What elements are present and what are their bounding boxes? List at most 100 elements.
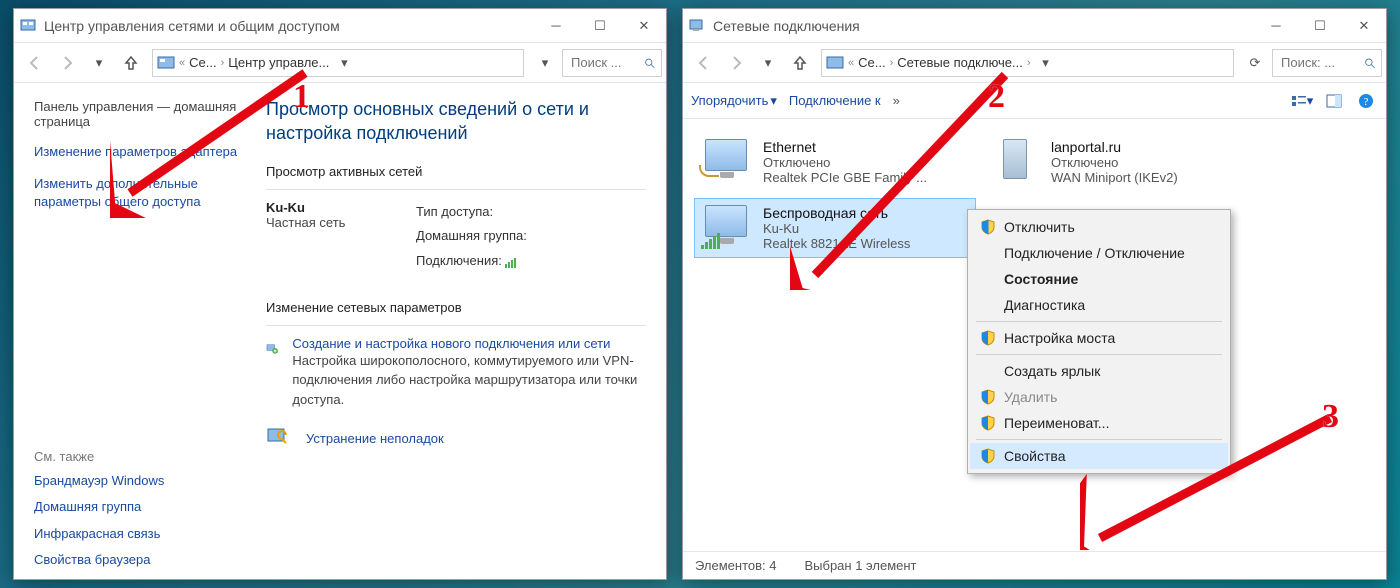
signal-icon <box>505 256 519 268</box>
connection-item-vpn[interactable]: lanportal.ru Отключено WAN Miniport (IKE… <box>983 133 1283 191</box>
sidebar: Панель управления — домашняя страница Из… <box>14 83 252 579</box>
close-button[interactable]: ✕ <box>1342 9 1386 43</box>
history-button[interactable]: ▾ <box>84 49 114 77</box>
label-connections: Подключения: <box>416 253 502 268</box>
history-button[interactable]: ▾ <box>753 49 783 77</box>
up-button[interactable] <box>116 49 146 77</box>
refresh-button[interactable]: ▾ <box>530 49 560 77</box>
see-also-link[interactable]: Свойства браузера <box>34 551 242 569</box>
close-button[interactable]: ✕ <box>622 9 666 43</box>
ctx-disable[interactable]: Отключить <box>970 214 1228 240</box>
new-connection-link[interactable]: Создание и настройка нового подключения … <box>292 336 646 351</box>
vpn-icon <box>993 139 1041 185</box>
conn-name: Ethernet <box>763 139 927 155</box>
see-also-link[interactable]: Брандмауэр Windows <box>34 472 242 490</box>
ctx-properties[interactable]: Свойства <box>970 443 1228 469</box>
titlebar[interactable]: Сетевые подключения ─ ☐ ✕ <box>683 9 1386 43</box>
adapter-settings-link[interactable]: Изменение параметров адаптера <box>34 143 242 161</box>
ctx-rename[interactable]: Переименоват... <box>970 410 1228 436</box>
conn-name: Беспроводная сеть <box>763 205 910 221</box>
new-connection-icon <box>266 336 278 362</box>
maximize-button[interactable]: ☐ <box>578 9 622 43</box>
conn-state: Отключено <box>763 155 927 170</box>
main-panel: Просмотр основных сведений о сети и наст… <box>252 83 666 579</box>
path-segment[interactable]: Центр управле... <box>228 55 329 70</box>
address-bar[interactable]: « Се... › Центр управле... ▾ <box>152 49 524 77</box>
shield-icon <box>980 448 996 464</box>
label-homegroup: Домашняя группа: <box>416 228 527 243</box>
svg-text:?: ? <box>1364 96 1369 108</box>
maximize-button[interactable]: ☐ <box>1298 9 1342 43</box>
cp-home-link[interactable]: Панель управления — домашняя страница <box>34 99 242 129</box>
conn-name: lanportal.ru <box>1051 139 1178 155</box>
window-title: Сетевые подключения <box>713 18 1254 34</box>
minimize-button[interactable]: ─ <box>1254 9 1298 43</box>
path-segment[interactable]: Се... <box>858 55 885 70</box>
label-access: Тип доступа: <box>416 204 493 219</box>
navbar: ▾ « Се... › Сетевые подключе... › ▾ ⟳ <box>683 43 1386 83</box>
search-box[interactable] <box>1272 49 1382 77</box>
see-also-link[interactable]: Домашняя группа <box>34 498 242 516</box>
task-description: Настройка широкополосного, коммутируемог… <box>292 351 646 410</box>
window-title: Центр управления сетями и общим доступом <box>44 18 534 34</box>
connection-item-ethernet[interactable]: Ethernet Отключено Realtek PCIe GBE Fami… <box>695 133 975 191</box>
control-panel-icon <box>826 54 844 72</box>
status-item-count: Элементов: 4 <box>695 558 776 573</box>
search-box[interactable] <box>562 49 662 77</box>
see-also-link[interactable]: Инфракрасная связь <box>34 525 242 543</box>
forward-button[interactable] <box>52 49 82 77</box>
back-button[interactable] <box>689 49 719 77</box>
section-heading: Изменение сетевых параметров <box>266 300 646 315</box>
details-pane-button[interactable] <box>1322 89 1346 113</box>
titlebar[interactable]: Центр управления сетями и общим доступом… <box>14 9 666 43</box>
search-input[interactable] <box>1279 54 1358 71</box>
status-bar: Элементов: 4 Выбран 1 элемент <box>683 551 1386 579</box>
control-panel-icon <box>20 18 36 34</box>
ctx-bridge[interactable]: Настройка моста <box>970 325 1228 351</box>
organize-button[interactable]: Упорядочить ▾ <box>691 93 777 109</box>
page-title: Просмотр основных сведений о сети и наст… <box>266 97 646 146</box>
wifi-icon <box>705 205 753 251</box>
command-bar: Упорядочить ▾ Подключение к » ▾ ? <box>683 83 1386 119</box>
sharing-settings-link[interactable]: Изменить дополнительные параметры общего… <box>34 175 242 211</box>
navbar: ▾ « Се... › Центр управле... ▾ ▾ <box>14 43 666 83</box>
ctx-shortcut[interactable]: Создать ярлык <box>970 358 1228 384</box>
forward-button[interactable] <box>721 49 751 77</box>
ctx-status[interactable]: Состояние <box>970 266 1228 292</box>
status-selection: Выбран 1 элемент <box>804 558 916 573</box>
ctx-connect[interactable]: Подключение / Отключение <box>970 240 1228 266</box>
minimize-button[interactable]: ─ <box>534 9 578 43</box>
shield-icon <box>980 389 996 405</box>
network-name: Ku-Ku <box>266 200 386 215</box>
shield-icon <box>980 330 996 346</box>
connection-item-wifi[interactable]: Беспроводная сеть Ku-Ku Realtek 8821AE W… <box>695 199 975 257</box>
conn-state: Отключено <box>1051 155 1178 170</box>
network-icon <box>689 18 705 34</box>
section-heading: Просмотр активных сетей <box>266 164 646 179</box>
help-button[interactable]: ? <box>1354 89 1378 113</box>
path-segment[interactable]: Сетевые подключе... <box>897 55 1023 70</box>
connections-area[interactable]: Ethernet Отключено Realtek PCIe GBE Fami… <box>683 119 1386 551</box>
control-panel-icon <box>157 54 175 72</box>
up-button[interactable] <box>785 49 815 77</box>
ethernet-icon <box>705 139 753 185</box>
search-input[interactable] <box>569 54 638 71</box>
troubleshoot-link[interactable]: Устранение неполадок <box>306 431 444 446</box>
ctx-delete[interactable]: Удалить <box>970 384 1228 410</box>
address-bar[interactable]: « Се... › Сетевые подключе... › ▾ <box>821 49 1234 77</box>
path-segment[interactable]: Се... <box>189 55 216 70</box>
context-menu: Отключить Подключение / Отключение Состо… <box>967 209 1231 474</box>
search-icon[interactable] <box>1364 56 1375 70</box>
ctx-diagnostics[interactable]: Диагностика <box>970 292 1228 318</box>
search-icon[interactable] <box>644 56 655 70</box>
connect-to-button[interactable]: Подключение к <box>789 93 881 108</box>
conn-device: Realtek 8821AE Wireless <box>763 236 910 251</box>
back-button[interactable] <box>20 49 50 77</box>
conn-device: WAN Miniport (IKEv2) <box>1051 170 1178 185</box>
conn-device: Realtek PCIe GBE Family ... <box>763 170 927 185</box>
view-button[interactable]: ▾ <box>1290 89 1314 113</box>
see-also-heading: См. также <box>34 449 242 464</box>
refresh-button[interactable]: ⟳ <box>1240 49 1270 77</box>
network-center-window: Центр управления сетями и общим доступом… <box>13 8 667 580</box>
shield-icon <box>980 415 996 431</box>
